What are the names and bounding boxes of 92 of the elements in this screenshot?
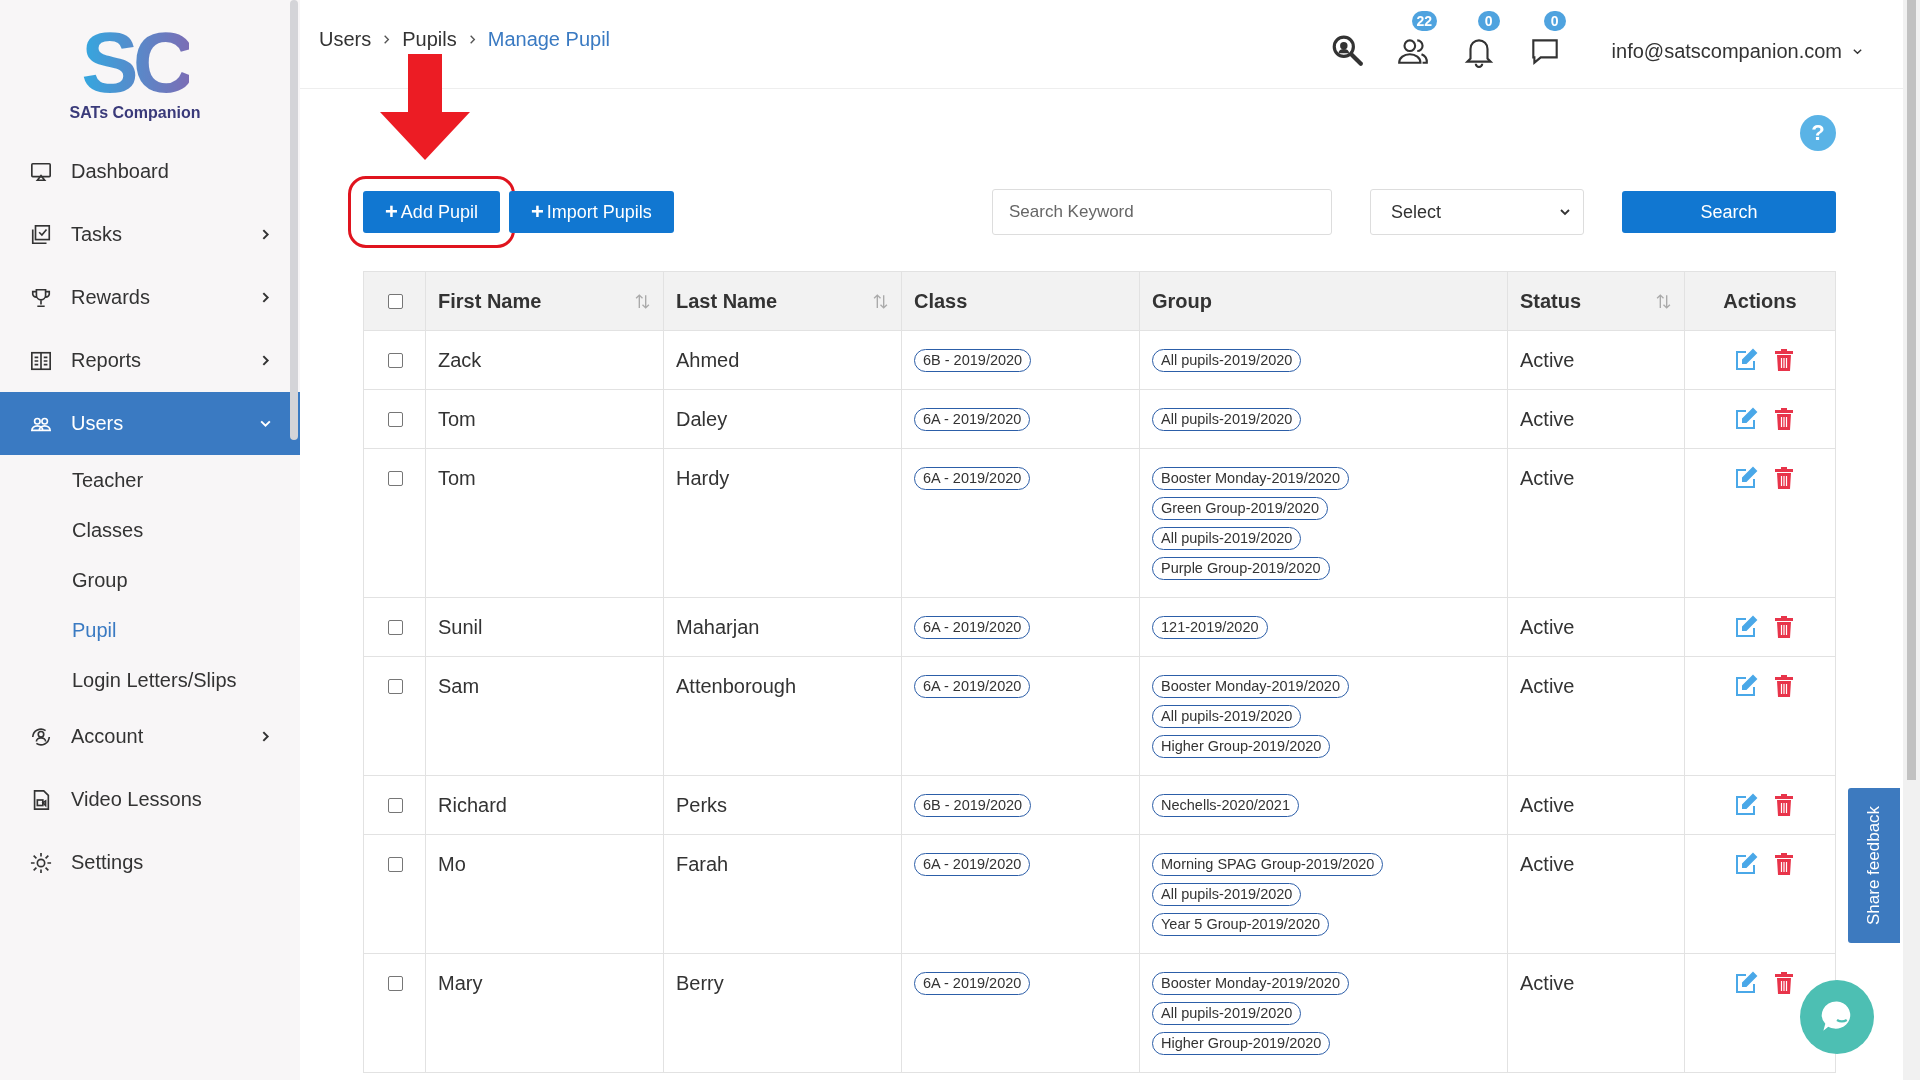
count-badge: 0	[1477, 11, 1500, 31]
scrollbar[interactable]	[1903, 0, 1920, 1080]
sidebar-item[interactable]: Account	[0, 705, 300, 768]
table-cell: Farah	[676, 852, 729, 876]
row-checkbox[interactable]	[388, 412, 403, 427]
table-cell: Richard	[438, 793, 507, 817]
table-cell: Mary	[438, 971, 483, 995]
sidebar-item[interactable]: Users	[0, 392, 300, 455]
toolbar-button[interactable]: +Import Pupils	[508, 191, 674, 233]
table-cell: Daley	[676, 407, 728, 431]
column-header[interactable]: Last Name	[663, 271, 902, 331]
edit-icon[interactable]	[1734, 793, 1758, 817]
select-all-checkbox[interactable]	[388, 294, 403, 309]
table-cell: Active	[1520, 466, 1575, 490]
submenu-item[interactable]: Teacher	[0, 455, 300, 505]
edit-icon[interactable]	[1734, 407, 1758, 431]
trash-icon[interactable]	[1772, 466, 1796, 490]
account-menu[interactable]: info@satscompanion.com	[1611, 39, 1863, 63]
trophy-icon	[30, 286, 52, 309]
select-dropdown[interactable]: Select	[1370, 189, 1584, 235]
submenu-item[interactable]: Classes	[0, 505, 300, 555]
trash-icon[interactable]	[1772, 615, 1796, 639]
column-header[interactable]: Group	[1139, 271, 1508, 331]
sidebar-item[interactable]: Rewards	[0, 266, 300, 329]
table-cell: Mo	[438, 852, 466, 876]
table-cell: Zack	[438, 348, 482, 372]
submenu-item[interactable]: Login Letters/Slips	[0, 655, 300, 705]
feedback-tab[interactable]: Share feedback	[1848, 788, 1900, 943]
table-cell: Ahmed	[676, 348, 740, 372]
table-cell: Sunil	[438, 615, 483, 639]
edit-icon[interactable]	[1734, 674, 1758, 698]
row-checkbox[interactable]	[388, 798, 403, 813]
table-cell: Berry	[676, 971, 724, 995]
trash-icon[interactable]	[1772, 793, 1796, 817]
trash-icon[interactable]	[1772, 852, 1796, 876]
settings-icon	[30, 851, 52, 874]
account-icon	[30, 725, 52, 748]
column-header[interactable]: First Name	[425, 271, 664, 331]
count-badge: 0	[1543, 11, 1566, 31]
table-cell: Hardy	[676, 466, 730, 490]
sidebar-item[interactable]: Tasks	[0, 203, 300, 266]
column-header[interactable]: Status	[1507, 271, 1685, 331]
search-button[interactable]: Search	[1622, 191, 1836, 233]
submenu-item[interactable]: Group	[0, 555, 300, 605]
monitor-icon	[30, 160, 52, 183]
table-cell: Attenborough	[676, 674, 797, 698]
reports-icon	[30, 349, 52, 372]
caret-icon	[1559, 206, 1571, 218]
row-checkbox[interactable]	[388, 471, 403, 486]
logo-text: SATs Companion	[69, 104, 201, 122]
edit-icon[interactable]	[1734, 852, 1758, 876]
table-cell: Tom	[438, 407, 476, 431]
row-checkbox[interactable]	[388, 679, 403, 694]
chat-bubble-icon[interactable]	[1800, 980, 1874, 1054]
breadcrumb-link[interactable]: Users	[319, 27, 372, 51]
submenu-item[interactable]: Pupil	[0, 605, 300, 655]
table-cell: Sam	[438, 674, 480, 698]
breadcrumb-link[interactable]: Manage Pupil	[487, 27, 611, 51]
table-cell: Active	[1520, 852, 1575, 876]
trash-icon[interactable]	[1772, 348, 1796, 372]
table-cell: Active	[1520, 793, 1575, 817]
toolbar-button[interactable]: +Add Pupil	[363, 191, 500, 233]
edit-icon[interactable]	[1734, 615, 1758, 639]
trash-icon[interactable]	[1772, 971, 1796, 995]
sidebar-item[interactable]: Reports	[0, 329, 300, 392]
sidebar-item[interactable]: Settings	[0, 831, 300, 894]
trash-icon[interactable]	[1772, 674, 1796, 698]
edit-icon[interactable]	[1734, 348, 1758, 372]
row-checkbox[interactable]	[388, 976, 403, 991]
tasks-icon	[30, 223, 52, 246]
sidebar-item[interactable]: Dashboard	[0, 140, 300, 203]
count-badge: 22	[1411, 11, 1438, 31]
column-header[interactable]: Class	[901, 271, 1140, 331]
breadcrumb-link[interactable]: Pupils	[402, 27, 457, 51]
table-cell: Maharjan	[676, 615, 760, 639]
edit-icon[interactable]	[1734, 971, 1758, 995]
table-cell: Perks	[676, 793, 728, 817]
edit-icon[interactable]	[1734, 466, 1758, 490]
table-cell: Tom	[438, 466, 476, 490]
table-cell: Active	[1520, 674, 1575, 698]
column-header[interactable]: Actions	[1684, 271, 1836, 331]
scrollbar[interactable]	[290, 0, 298, 440]
table-cell: Active	[1520, 407, 1575, 431]
trash-icon[interactable]	[1772, 407, 1796, 431]
table-cell: Active	[1520, 971, 1575, 995]
row-checkbox[interactable]	[388, 857, 403, 872]
sidebar-item[interactable]: Video Lessons	[0, 768, 300, 831]
search-field[interactable]: Search Keyword	[992, 189, 1332, 235]
row-checkbox[interactable]	[388, 620, 403, 635]
table-cell: Active	[1520, 615, 1575, 639]
row-checkbox[interactable]	[388, 353, 403, 368]
table-cell: Active	[1520, 348, 1575, 372]
